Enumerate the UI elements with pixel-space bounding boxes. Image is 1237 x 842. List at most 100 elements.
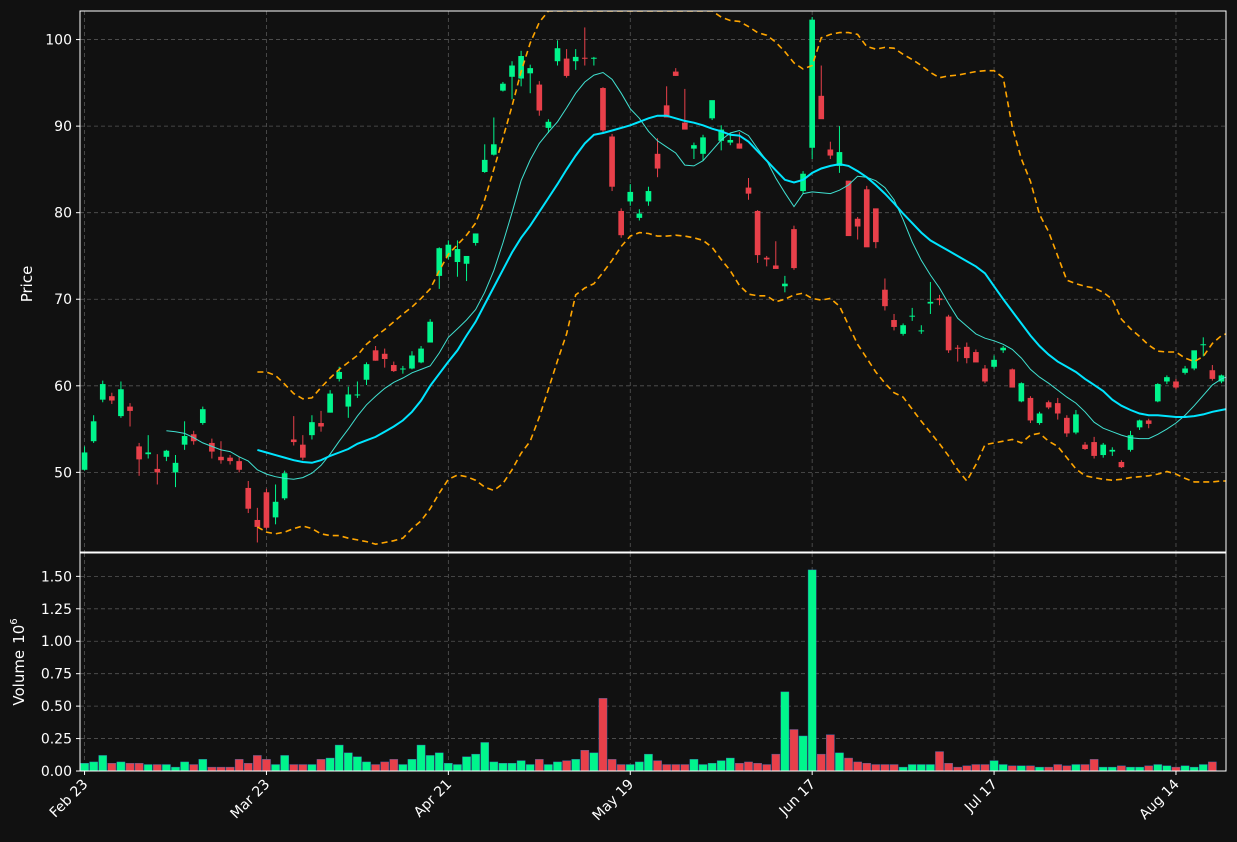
volume-bar <box>1098 766 1108 772</box>
candle-body <box>700 137 706 154</box>
candle-body <box>527 68 534 74</box>
volume-bar <box>835 752 844 772</box>
volume-bar <box>780 691 790 772</box>
candle-body <box>136 446 142 460</box>
volume-bar <box>125 763 135 772</box>
candle-body <box>963 346 970 359</box>
candle-body <box>463 255 470 264</box>
candle-body <box>973 352 979 363</box>
volume-bar <box>107 763 117 772</box>
candle-body <box>1036 413 1043 424</box>
volume-bar <box>1035 766 1044 772</box>
volume-tick-label: 0.00 <box>41 764 72 780</box>
volume-bar <box>953 766 962 772</box>
volume-axis-label: Volume 106 <box>9 618 28 705</box>
candle-body <box>563 58 570 76</box>
candle-body <box>309 422 315 436</box>
volume-bar <box>507 763 517 772</box>
volume-bar <box>998 764 1008 772</box>
candle-body <box>536 84 543 111</box>
candle-body <box>627 191 634 202</box>
volume-bar <box>1062 765 1072 772</box>
volume-bar <box>143 764 153 772</box>
candle-body <box>163 450 170 457</box>
candle-body <box>736 143 743 149</box>
candle-body <box>709 100 715 119</box>
chart-canvas: Price Volume 106 50 60 70 80 90 100 0.00 0.25 0.5… <box>0 0 1237 842</box>
candle-body <box>854 218 861 227</box>
volume-bar <box>926 764 935 772</box>
price-tick-label: 60 <box>54 379 72 395</box>
volume-bar <box>425 755 435 772</box>
volume-bar <box>889 764 899 772</box>
candle-body <box>1164 377 1170 382</box>
candle-body <box>127 406 133 411</box>
candle-body <box>827 149 834 156</box>
candle-body <box>591 57 597 59</box>
volume-bar <box>1089 759 1099 772</box>
candle-body <box>236 461 242 470</box>
candle-body <box>345 394 352 407</box>
volume-bar <box>826 734 835 772</box>
price-tick-label: 80 <box>54 206 72 222</box>
candle-body <box>390 365 397 372</box>
volume-bar <box>271 764 280 772</box>
volume-bar <box>89 761 98 772</box>
volume-bar <box>489 761 499 772</box>
volume-bar <box>616 764 626 772</box>
candle-body <box>263 492 270 528</box>
volume-bar <box>562 760 571 772</box>
volume-bar <box>898 766 908 772</box>
candle-body <box>572 56 579 62</box>
candle-body <box>472 233 479 243</box>
price-axis-label: Price <box>18 266 36 303</box>
volume-bar <box>1080 764 1090 772</box>
candle-body <box>1118 461 1125 468</box>
candle-body <box>909 315 916 317</box>
volume-bar <box>771 753 781 772</box>
volume-bar <box>234 759 244 772</box>
volume-bar <box>680 764 690 772</box>
volume-bar <box>171 766 180 772</box>
volume-bar <box>516 760 526 772</box>
candle-body <box>118 389 124 417</box>
candle-body <box>1182 368 1188 373</box>
volume-tick-label: 0.25 <box>41 732 72 748</box>
volume-bar <box>198 759 208 772</box>
volume-bar <box>1053 764 1063 772</box>
volume-bar <box>762 764 771 772</box>
candle-body <box>818 95 825 120</box>
candle-body <box>645 191 652 202</box>
candle-body <box>600 88 606 131</box>
candle-body <box>1100 444 1107 456</box>
volume-bar <box>1026 765 1035 772</box>
volume-bar <box>416 744 426 772</box>
volume-bar <box>553 761 562 772</box>
volume-bar <box>525 764 535 772</box>
candle-body <box>791 229 797 269</box>
volume-bar <box>807 569 817 772</box>
price-tick-label: 70 <box>54 292 72 308</box>
candle-body <box>691 145 697 149</box>
volume-bar <box>298 764 308 772</box>
candle-body <box>281 473 288 499</box>
volume-bar <box>707 763 717 772</box>
volume-bar <box>698 764 708 772</box>
volume-bar <box>1189 766 1199 772</box>
candle-body <box>1009 369 1016 388</box>
price-tick-label: 50 <box>54 465 72 481</box>
volume-bar <box>434 752 444 772</box>
candle-body <box>782 283 788 287</box>
volume-bar <box>216 766 226 772</box>
volume-bar <box>935 751 944 772</box>
candle-body <box>636 213 643 218</box>
volume-bar <box>589 752 599 772</box>
volume-bar <box>1017 765 1026 772</box>
volume-bar <box>844 757 853 772</box>
price-tick-label: 90 <box>54 119 72 135</box>
candle-body <box>945 316 952 351</box>
volume-bar <box>498 763 508 772</box>
candle-body <box>1191 350 1197 369</box>
candle-body <box>554 48 561 62</box>
volume-bar <box>134 763 144 772</box>
